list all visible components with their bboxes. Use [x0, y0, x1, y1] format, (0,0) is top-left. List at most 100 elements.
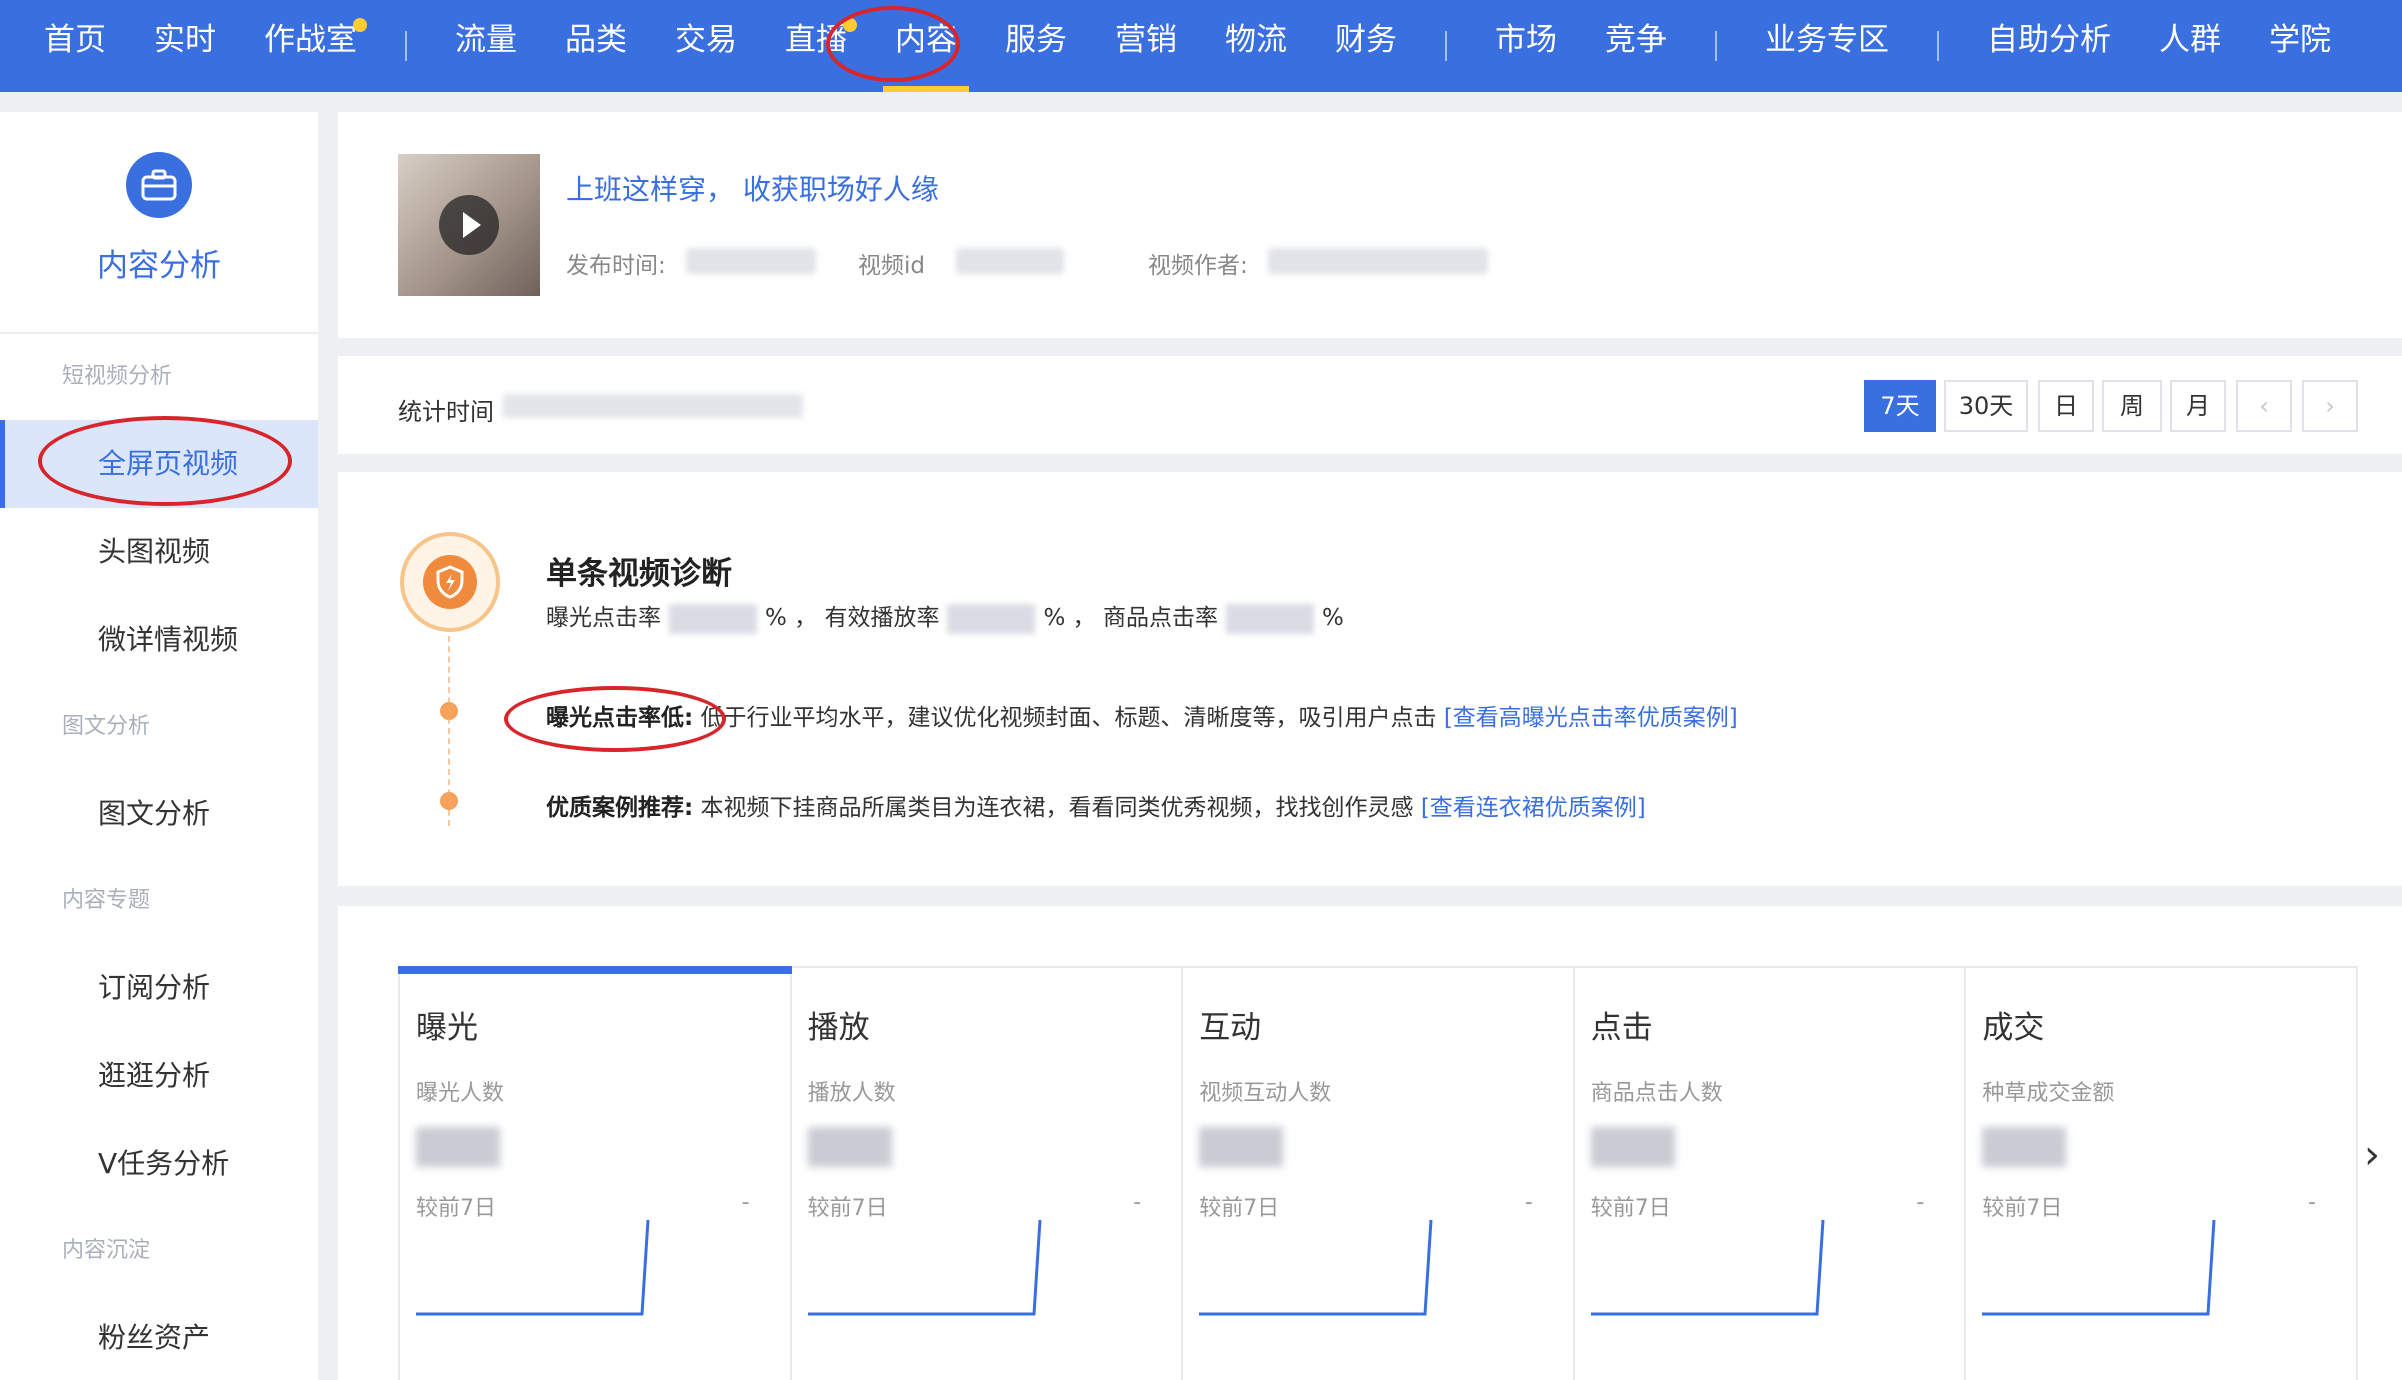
nav-item-12[interactable]: 财务 — [1311, 0, 1421, 92]
nav-item-17[interactable]: 业务专区 — [1741, 0, 1913, 92]
metric-tab[interactable]: 曝光 曝光人数 较前7日 - — [398, 966, 792, 1380]
video-author-label: 视频作者: — [1148, 253, 1248, 279]
nav-item-10[interactable]: 营销 — [1091, 0, 1201, 92]
nav-item-14[interactable]: 市场 — [1471, 0, 1581, 92]
nav-item-19[interactable]: 自助分析 — [1963, 0, 2135, 92]
metric-tab[interactable]: 互动 视频互动人数 较前7日 - — [1183, 968, 1575, 1380]
exposure-ctr-suffix: % — [765, 605, 787, 631]
tip1-case-link[interactable]: [查看高曝光点击率优质案例] — [1444, 705, 1738, 731]
nav-item-label: 品类 — [565, 22, 627, 58]
diagnosis-rates: 曝光点击率% ， 有效播放率% ， 商品点击率% — [546, 598, 1344, 634]
nav-separator — [1937, 31, 1939, 61]
nav-item-6[interactable]: 交易 — [651, 0, 761, 92]
metric-tab[interactable]: 成交 种草成交金额 较前7日 - — [1966, 968, 2356, 1380]
tip1-title: 曝光点击率低: — [546, 705, 694, 731]
nav-item-20[interactable]: 人群 — [2135, 0, 2245, 92]
nav-separator — [1715, 31, 1717, 61]
metric-name: 播放 — [807, 1010, 870, 1046]
metric-sublabel: 曝光人数 — [416, 1081, 505, 1106]
nav-item-label: 市场 — [1495, 22, 1557, 58]
stat-time-value-redacted — [503, 394, 803, 418]
nav-item-8[interactable]: 内容 — [871, 0, 981, 92]
nav-separator — [405, 31, 407, 61]
sidebar-item[interactable]: V任务分析 — [0, 1120, 318, 1208]
range-day-button[interactable]: 日 — [2038, 380, 2094, 432]
metric-compare-value: - — [1916, 1190, 1925, 1215]
nav-item-label: 物流 — [1225, 22, 1287, 58]
tip2-title: 优质案例推荐: — [546, 795, 694, 821]
video-thumbnail[interactable] — [398, 154, 540, 296]
product-ctr-label: ， 商品点击率 — [1072, 605, 1218, 631]
nav-item-1[interactable]: 实时 — [130, 0, 240, 92]
metric-value-redacted — [1199, 1127, 1284, 1167]
nav-item-label: 自助分析 — [1987, 22, 2111, 58]
range-7d-button[interactable]: 7天 — [1864, 380, 1936, 432]
nav-item-label: 内容 — [895, 22, 957, 58]
prev-period-button[interactable]: ‹ — [2236, 380, 2292, 432]
nav-item-15[interactable]: 竞争 — [1581, 0, 1691, 92]
video-id-value-redacted — [956, 248, 1064, 274]
metric-sparkline — [1982, 1219, 2216, 1316]
metric-sparkline — [416, 1219, 650, 1316]
nav-item-9[interactable]: 服务 — [981, 0, 1091, 92]
metric-name: 点击 — [1590, 1010, 1653, 1046]
metric-sublabel: 视频互动人数 — [1199, 1081, 1332, 1106]
metric-name: 曝光 — [416, 1010, 478, 1046]
sidebar: 内容分析 短视频分析 全屏页视频 头图视频 微详情视频 图文分析 图文分析 内容专题 订阅分析… — [0, 112, 318, 1380]
metric-tab[interactable]: 点击 商品点击人数 较前7日 - — [1575, 968, 1967, 1380]
nav-item-label: 直播 — [785, 22, 847, 58]
nav-item-label: 学院 — [2269, 22, 2331, 58]
stat-time-bar: 统计时间 7天 30天 日 周 月 ‹ › — [338, 356, 2402, 454]
nav-item-label: 交易 — [675, 22, 737, 58]
nav-item-11[interactable]: 物流 — [1201, 0, 1311, 92]
video-id-label: 视频id — [858, 253, 925, 279]
tip-low-exposure-ctr: 曝光点击率低: 低于行业平均水平，建议优化视频封面、标题、清晰度等，吸引用户点击… — [546, 698, 1738, 732]
notification-dot-icon — [353, 18, 367, 32]
metric-tabs: 曝光 曝光人数 较前7日 - 播放 播放人数 较前7日 - 互动 视频互动人数 较前7日 - 点击 商品点… — [398, 966, 2358, 1380]
sidebar-item[interactable]: 图文分析 — [0, 770, 318, 858]
play-icon[interactable] — [439, 195, 499, 255]
sidebar-item[interactable]: 微详情视频 — [0, 596, 318, 684]
metric-value-redacted — [1590, 1127, 1675, 1167]
nav-item-label: 竞争 — [1605, 22, 1667, 58]
video-diagnosis-card: 单条视频诊断 曝光点击率% ， 有效播放率% ， 商品点击率% 曝光点击率低: … — [338, 472, 2402, 886]
nav-item-label: 业务专区 — [1765, 22, 1889, 58]
chevron-right-icon[interactable]: › — [2364, 1132, 2380, 1178]
nav-item-7[interactable]: 直播 — [761, 0, 871, 92]
exposure-ctr-value-redacted — [669, 603, 757, 634]
metric-name: 互动 — [1199, 1010, 1262, 1046]
metric-sparkline — [1199, 1219, 1433, 1316]
sidebar-item[interactable]: 全屏页视频 — [0, 420, 318, 508]
diagnosis-shield-icon — [400, 532, 500, 632]
metric-value-redacted — [807, 1127, 892, 1167]
sidebar-item[interactable]: 订阅分析 — [0, 944, 318, 1032]
effective-play-rate-value-redacted — [947, 603, 1036, 634]
sidebar-title: 内容分析 — [97, 248, 221, 284]
tip-quality-cases: 优质案例推荐: 本视频下挂商品所属类目为连衣裙，看看同类优秀视频，找找创作灵感 … — [546, 788, 1646, 822]
metric-sublabel: 商品点击人数 — [1590, 1081, 1723, 1106]
tip1-text: 低于行业平均水平，建议优化视频封面、标题、清晰度等，吸引用户点击 — [700, 705, 1437, 731]
nav-item-label: 作战室 — [264, 22, 357, 58]
sidebar-item[interactable]: 粉丝资产 — [0, 1294, 318, 1380]
video-title[interactable]: 上班这样穿， 收获职场好人缘 — [566, 168, 939, 208]
nav-item-label: 首页 — [44, 22, 106, 58]
stat-time-label: 统计时间 — [398, 398, 494, 426]
tip2-case-link[interactable]: [查看连衣裙优质案例] — [1421, 795, 1646, 821]
tip-bullet-1 — [440, 702, 458, 720]
metric-tab[interactable]: 播放 播放人数 较前7日 - — [792, 968, 1184, 1380]
publish-time-value-redacted — [686, 248, 816, 274]
metric-compare-value: - — [741, 1190, 750, 1215]
range-month-button[interactable]: 月 — [2170, 380, 2226, 432]
nav-item-2[interactable]: 作战室 — [240, 0, 381, 92]
nav-item-5[interactable]: 品类 — [541, 0, 651, 92]
nav-item-label: 营销 — [1115, 22, 1177, 58]
nav-item-0[interactable]: 首页 — [20, 0, 130, 92]
sidebar-item[interactable]: 头图视频 — [0, 508, 318, 596]
sidebar-item[interactable]: 逛逛分析 — [0, 1032, 318, 1120]
nav-item-21[interactable]: 学院 — [2245, 0, 2355, 92]
range-30d-button[interactable]: 30天 — [1944, 380, 2028, 432]
nav-item-4[interactable]: 流量 — [431, 0, 541, 92]
tip-bullet-2 — [440, 792, 458, 810]
range-week-button[interactable]: 周 — [2102, 380, 2162, 432]
next-period-button[interactable]: › — [2302, 380, 2358, 432]
